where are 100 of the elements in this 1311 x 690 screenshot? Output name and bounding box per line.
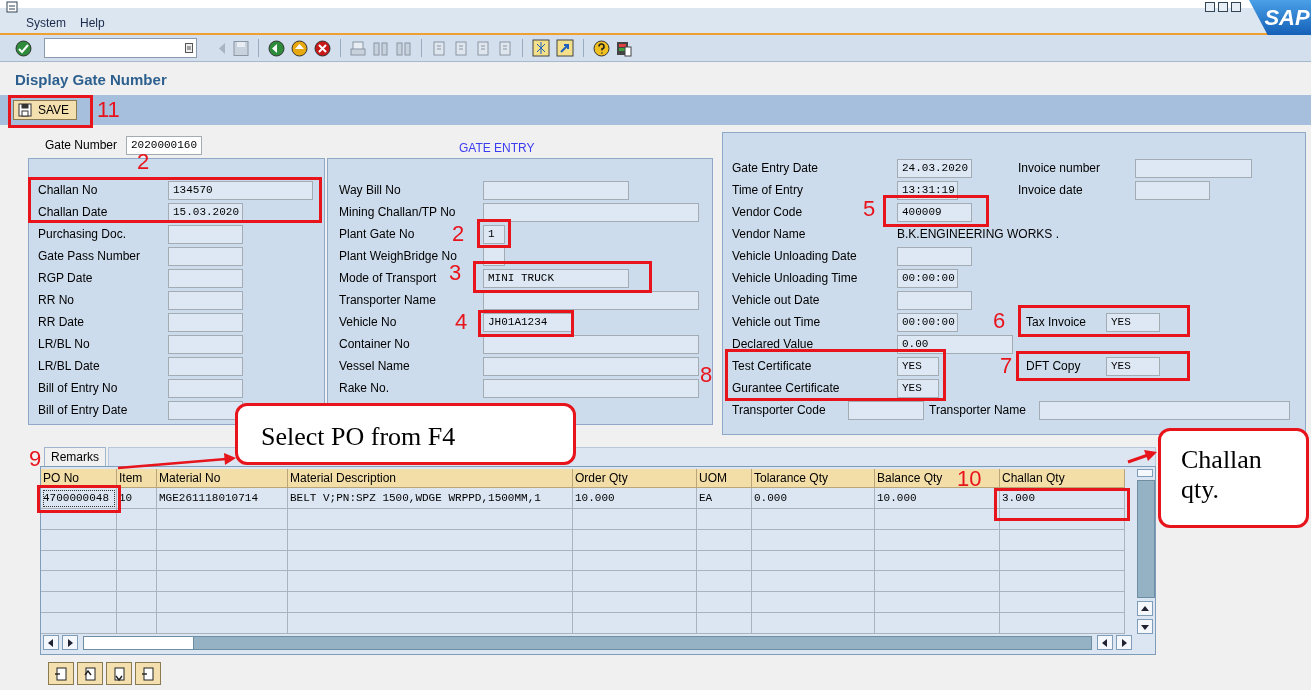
- table-cell: 10.000: [573, 487, 697, 509]
- table-action-button[interactable]: [77, 662, 103, 685]
- input-field[interactable]: 400009: [897, 202, 972, 222]
- horizontal-scrollbar[interactable]: [83, 635, 1092, 650]
- column-header[interactable]: Challan Qty: [1000, 469, 1125, 488]
- scrollbar-button[interactable]: [1137, 469, 1153, 477]
- scroll-down-button[interactable]: [1137, 619, 1153, 634]
- input-field[interactable]: YES: [897, 356, 939, 376]
- input-field[interactable]: 1: [483, 224, 505, 244]
- input-field[interactable]: [168, 334, 243, 354]
- input-field[interactable]: 00:00:00: [897, 312, 958, 332]
- scrollbar-thumb[interactable]: [84, 636, 194, 649]
- input-field[interactable]: [168, 312, 243, 332]
- input-field[interactable]: [483, 202, 699, 222]
- input-field[interactable]: YES: [897, 378, 939, 398]
- table-cell: 10.000: [875, 487, 1000, 509]
- maximize-button[interactable]: [1218, 2, 1228, 12]
- scroll-right-button[interactable]: [1116, 635, 1132, 650]
- field-label: Declared Value: [732, 337, 814, 351]
- input-field[interactable]: 2020000160: [126, 135, 202, 155]
- input-field[interactable]: [897, 290, 972, 310]
- menu-item[interactable]: System: [26, 15, 66, 30]
- input-field[interactable]: 0.00: [897, 334, 1013, 354]
- input-field[interactable]: YES: [1106, 356, 1160, 376]
- scroll-left-icon[interactable]: [47, 638, 55, 647]
- input-field[interactable]: [168, 224, 243, 244]
- scroll-right-icon[interactable]: [1120, 638, 1128, 647]
- vertical-scrollbar[interactable]: [1137, 480, 1155, 598]
- column-header[interactable]: Tolarance Qty: [752, 469, 875, 488]
- exit-icon[interactable]: [291, 39, 308, 57]
- scroll-right-icon[interactable]: [66, 638, 74, 647]
- table-cell[interactable]: 4700000048: [41, 487, 117, 509]
- input-field[interactable]: [168, 400, 243, 420]
- save-button[interactable]: SAVE: [13, 100, 78, 120]
- help-icon[interactable]: [593, 39, 610, 57]
- cancel-icon[interactable]: [314, 39, 331, 57]
- input-field[interactable]: 24.03.2020: [897, 158, 972, 178]
- callout: Challan qty.: [1158, 428, 1309, 528]
- table-cell: BELT V;PN:SPZ 1500,WDGE WRPPD,1500MM,1: [288, 487, 573, 509]
- input-field[interactable]: [483, 378, 699, 398]
- input-field[interactable]: [483, 356, 699, 376]
- layout-icon[interactable]: [616, 39, 632, 57]
- tab[interactable]: Remarks: [44, 447, 106, 466]
- field-label: Tax Invoice: [1026, 315, 1087, 329]
- step-number: 11: [97, 98, 120, 122]
- table-action-button[interactable]: [48, 662, 74, 685]
- input-field[interactable]: [1135, 158, 1252, 178]
- shortcut-icon[interactable]: [556, 39, 574, 57]
- field-label: Vendor Name: [732, 227, 806, 241]
- field-label: Mode of Transport: [339, 271, 437, 285]
- field-label: Bill of Entry Date: [38, 403, 128, 417]
- scroll-left-icon[interactable]: [1101, 638, 1109, 647]
- scroll-right-button[interactable]: [62, 635, 78, 650]
- scroll-down-icon[interactable]: [1141, 622, 1149, 631]
- window-menu-icon[interactable]: [6, 1, 18, 13]
- back-icon[interactable]: [268, 39, 285, 57]
- input-field[interactable]: 00:00:00: [897, 268, 958, 288]
- input-field[interactable]: MINI TRUCK: [483, 268, 629, 288]
- field-label: Bill of Entry No: [38, 381, 118, 395]
- table-cell: [117, 508, 157, 530]
- command-field[interactable]: [44, 38, 197, 58]
- print-icon[interactable]: [350, 39, 366, 57]
- input-field[interactable]: [168, 290, 243, 310]
- scroll-left-button[interactable]: [1097, 635, 1113, 650]
- input-field[interactable]: [483, 334, 699, 354]
- scroll-up-icon[interactable]: [1141, 604, 1149, 613]
- field-label: Invoice date: [1018, 183, 1083, 197]
- close-button[interactable]: [1231, 2, 1241, 12]
- column-header[interactable]: Item: [117, 469, 157, 488]
- check-icon[interactable]: [15, 39, 32, 57]
- window-icon[interactable]: [532, 39, 550, 57]
- input-field[interactable]: [168, 246, 243, 266]
- dropdown-icon[interactable]: [185, 43, 193, 53]
- input-field[interactable]: [168, 268, 243, 288]
- table-cell: [117, 613, 157, 634]
- section-heading: GATE ENTRY: [459, 141, 535, 155]
- input-field[interactable]: [1039, 400, 1290, 420]
- minimize-button[interactable]: [1205, 2, 1215, 12]
- input-field[interactable]: 134570: [168, 180, 313, 200]
- field-label: Vehicle Unloading Date: [732, 249, 857, 263]
- callout: Select PO from F4: [235, 403, 576, 465]
- table-action-button[interactable]: [106, 662, 132, 685]
- input-field[interactable]: [168, 356, 243, 376]
- save-icon[interactable]: [233, 39, 249, 57]
- field-label: Mining Challan/TP No: [339, 205, 456, 219]
- step-number: 5: [863, 197, 876, 221]
- menu-item[interactable]: Help: [80, 15, 105, 30]
- column-header[interactable]: Order Qty: [573, 469, 697, 488]
- input-field[interactable]: [1135, 180, 1210, 200]
- table-action-button[interactable]: [135, 662, 161, 685]
- input-field[interactable]: YES: [1106, 312, 1160, 332]
- input-field[interactable]: [897, 246, 972, 266]
- input-field[interactable]: [168, 378, 243, 398]
- scroll-left-button[interactable]: [43, 635, 59, 650]
- step-number: 8: [700, 363, 713, 387]
- input-field[interactable]: [483, 180, 629, 200]
- scroll-up-button[interactable]: [1137, 601, 1153, 616]
- column-header[interactable]: Material No: [157, 469, 288, 488]
- column-header[interactable]: Material Description: [288, 469, 573, 488]
- column-header[interactable]: UOM: [697, 469, 752, 488]
